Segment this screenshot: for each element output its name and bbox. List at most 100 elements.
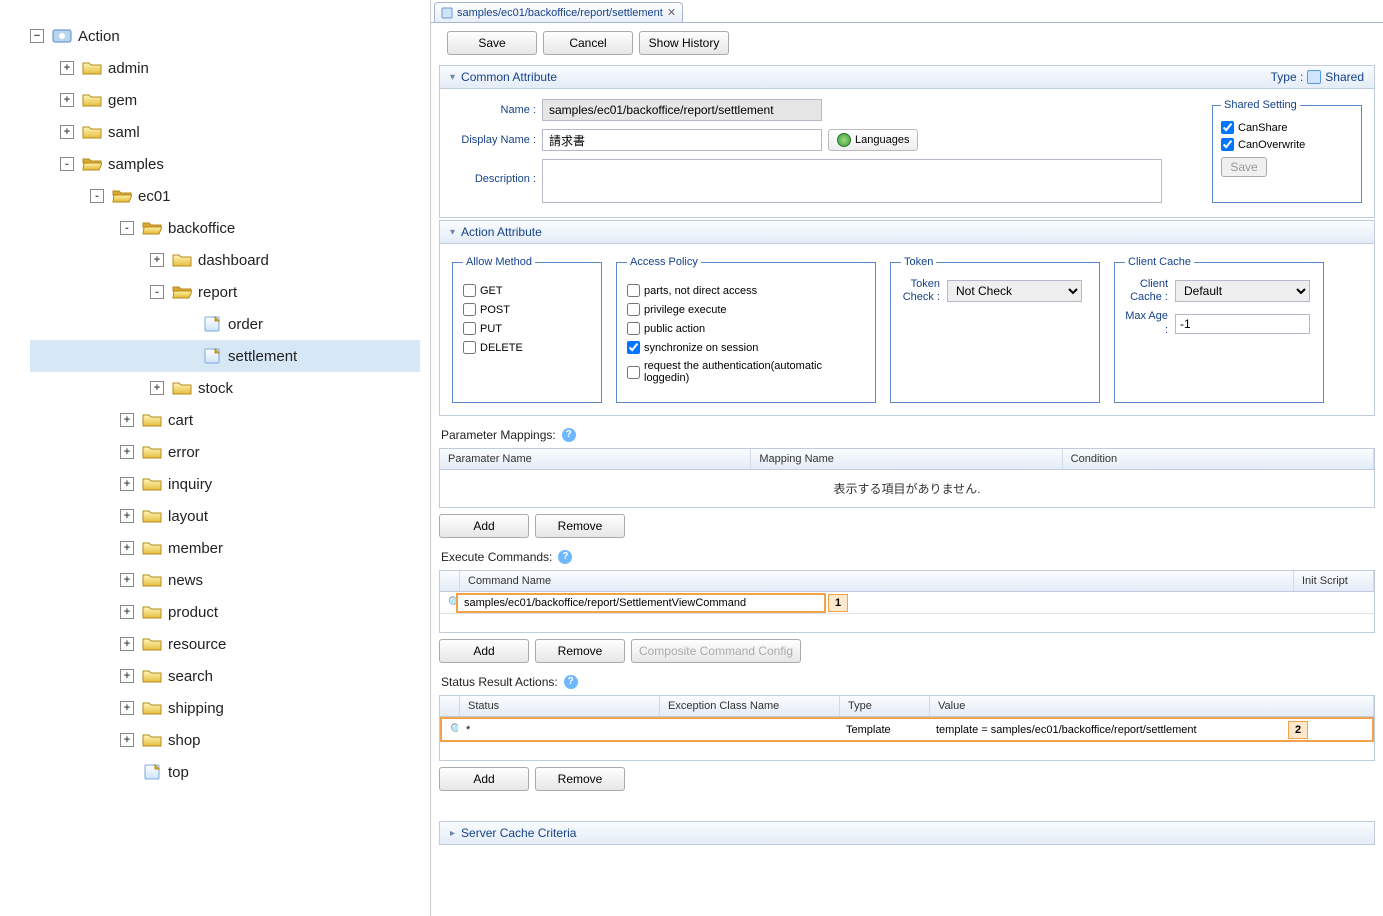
command-row[interactable]: 🔍 samples/ec01/backoffice/report/Settlem… (440, 592, 1374, 614)
put-checkbox[interactable] (463, 322, 476, 335)
collapse-icon[interactable]: - (120, 221, 134, 235)
tree-node-samples[interactable]: -samples (30, 148, 420, 180)
can-share-checkbox[interactable] (1221, 121, 1234, 134)
tree-node-resource[interactable]: +resource (30, 628, 420, 660)
expand-icon[interactable]: + (150, 253, 164, 267)
help-icon[interactable]: ? (564, 675, 578, 689)
tab-settlement[interactable]: samples/ec01/backoffice/report/settlemen… (434, 2, 683, 22)
description-field[interactable] (542, 159, 1162, 203)
expand-icon[interactable]: + (150, 381, 164, 395)
post-checkbox[interactable] (463, 303, 476, 316)
client-cache-select[interactable]: Default (1175, 280, 1310, 302)
expand-icon[interactable]: + (120, 637, 134, 651)
folder-icon (142, 540, 162, 556)
server-cache-header[interactable]: ▸ Server Cache Criteria (439, 821, 1375, 845)
languages-button[interactable]: Languages (828, 129, 918, 151)
tree-node-cart[interactable]: +cart (30, 404, 420, 436)
help-icon[interactable]: ? (562, 428, 576, 442)
delete-checkbox[interactable] (463, 341, 476, 354)
display-name-field[interactable] (542, 129, 822, 151)
expand-placeholder (180, 349, 194, 363)
tree-node-top[interactable]: top (30, 756, 420, 788)
tree-label: ec01 (138, 188, 171, 205)
cmd-add-button[interactable]: Add (439, 639, 529, 663)
folder-icon (172, 380, 192, 396)
tree-node-report[interactable]: -report (30, 276, 420, 308)
tree-node-order[interactable]: order (30, 308, 420, 340)
tree-node-member[interactable]: +member (30, 532, 420, 564)
magnify-icon[interactable]: 🔍 (442, 719, 458, 740)
shared-save-button[interactable]: Save (1221, 157, 1267, 177)
help-icon[interactable]: ? (558, 550, 572, 564)
show-history-button[interactable]: Show History (639, 31, 729, 55)
col-mapping-name: Mapping Name (751, 449, 1062, 469)
token-check-select[interactable]: Not Check (947, 280, 1082, 302)
sync-checkbox[interactable] (627, 341, 640, 354)
tab-close-icon[interactable]: ✕ (667, 6, 676, 19)
cmd-remove-button[interactable]: Remove (535, 639, 625, 663)
tree-node-saml[interactable]: +saml (30, 116, 420, 148)
expand-icon[interactable]: + (120, 669, 134, 683)
collapse-icon[interactable]: - (60, 157, 74, 171)
cancel-button[interactable]: Cancel (543, 31, 633, 55)
shared-setting-group: Shared Setting CanShare CanOverwrite Sav… (1212, 99, 1362, 203)
auth-checkbox[interactable] (627, 366, 640, 379)
expand-icon[interactable]: + (120, 701, 134, 715)
expand-icon[interactable]: + (120, 573, 134, 587)
expand-icon[interactable]: + (120, 509, 134, 523)
tree-node-news[interactable]: +news (30, 564, 420, 596)
privilege-checkbox[interactable] (627, 303, 640, 316)
chevron-down-icon: ▾ (450, 227, 455, 238)
tree-node-stock[interactable]: +stock (30, 372, 420, 404)
tree-node-admin[interactable]: +admin (30, 52, 420, 84)
tree-panel: − Action +admin+gem+saml-samples-ec01-ba… (0, 0, 430, 916)
param-add-button[interactable]: Add (439, 514, 529, 538)
can-overwrite-checkbox[interactable] (1221, 138, 1234, 151)
action-attribute-header[interactable]: ▾ Action Attribute (439, 220, 1375, 244)
expand-icon[interactable]: + (120, 733, 134, 747)
tree-node-inquiry[interactable]: +inquiry (30, 468, 420, 500)
tree-node-layout[interactable]: +layout (30, 500, 420, 532)
tree-node-error[interactable]: +error (30, 436, 420, 468)
param-remove-button[interactable]: Remove (535, 514, 625, 538)
expand-icon[interactable]: + (120, 477, 134, 491)
expand-icon[interactable]: + (120, 541, 134, 555)
exception-cell (658, 726, 838, 734)
tree-node-shop[interactable]: +shop (30, 724, 420, 756)
max-age-field[interactable] (1175, 314, 1310, 334)
tree-root[interactable]: − Action (30, 20, 420, 52)
expand-icon[interactable]: + (60, 125, 74, 139)
status-row[interactable]: 🔍 * Template template = samples/ec01/bac… (440, 717, 1374, 742)
folder-icon (172, 252, 192, 268)
collapse-icon[interactable]: - (90, 189, 104, 203)
save-button[interactable]: Save (447, 31, 537, 55)
status-remove-button[interactable]: Remove (535, 767, 625, 791)
expand-icon[interactable]: + (120, 605, 134, 619)
folder-icon (142, 668, 162, 684)
expand-placeholder (120, 765, 134, 779)
collapse-icon[interactable]: - (150, 285, 164, 299)
tree-node-shipping[interactable]: +shipping (30, 692, 420, 724)
magnify-icon[interactable]: 🔍 (440, 592, 456, 613)
parts-checkbox[interactable] (627, 284, 640, 297)
collapse-icon[interactable]: − (30, 29, 44, 43)
tree-node-backoffice[interactable]: -backoffice (30, 212, 420, 244)
public-checkbox[interactable] (627, 322, 640, 335)
tree-node-settlement[interactable]: settlement (30, 340, 420, 372)
folder-open-icon (82, 156, 102, 172)
common-attribute-header[interactable]: ▾ Common Attribute Type : Shared (439, 65, 1375, 89)
col-exception: Exception Class Name (660, 696, 840, 716)
status-add-button[interactable]: Add (439, 767, 529, 791)
tree-node-product[interactable]: +product (30, 596, 420, 628)
composite-config-button[interactable]: Composite Command Config (631, 639, 801, 663)
expand-icon[interactable]: + (120, 445, 134, 459)
tree-node-search[interactable]: +search (30, 660, 420, 692)
expand-icon[interactable]: + (60, 93, 74, 107)
get-checkbox[interactable] (463, 284, 476, 297)
tree-node-gem[interactable]: +gem (30, 84, 420, 116)
expand-icon[interactable]: + (60, 61, 74, 75)
expand-icon[interactable]: + (120, 413, 134, 427)
tree-node-ec01[interactable]: - ec01 (30, 180, 420, 212)
execute-commands-label: Execute Commands: ? (441, 550, 1375, 564)
tree-node-dashboard[interactable]: +dashboard (30, 244, 420, 276)
